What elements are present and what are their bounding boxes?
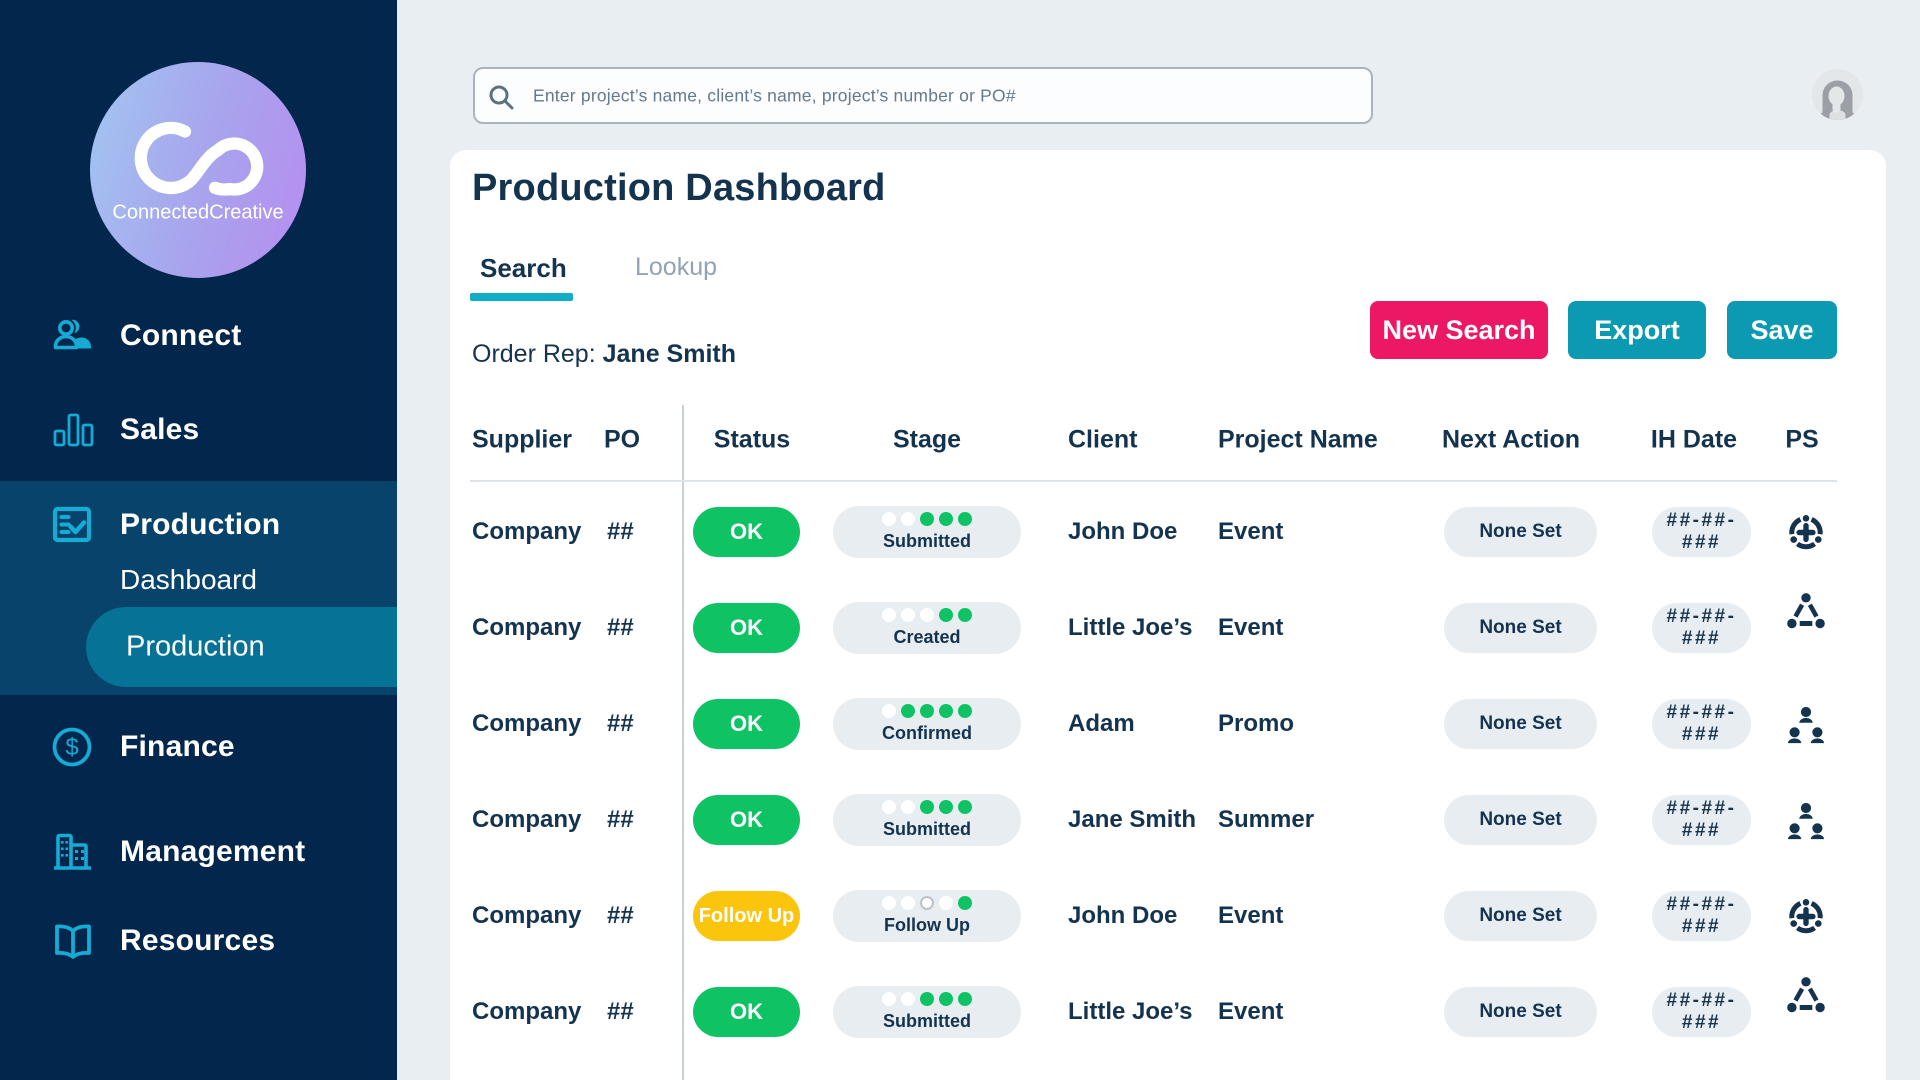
svg-text:ConnectedCreative: ConnectedCreative [112,202,283,224]
svg-text:$: $ [65,734,78,761]
